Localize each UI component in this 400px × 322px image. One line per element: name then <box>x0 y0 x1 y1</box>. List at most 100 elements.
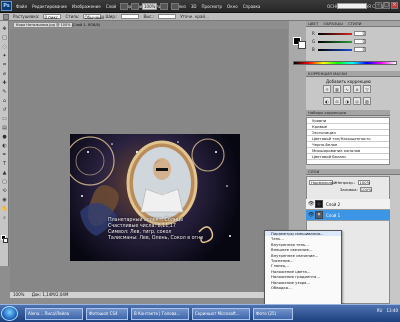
lasso-tool-icon[interactable]: ◌ <box>1 43 8 50</box>
layer-style-context-menu: Параметры смешивания... Тень... Внутренн… <box>264 230 342 309</box>
background-color[interactable] <box>3 238 8 243</box>
minimize-button[interactable]: – <box>375 2 382 9</box>
green-value[interactable]: 0 <box>354 39 366 44</box>
blur-tool-icon[interactable]: ● <box>1 133 8 140</box>
photo-filter-icon[interactable]: ◎ <box>353 97 361 105</box>
menu-help[interactable]: Справка <box>243 4 261 9</box>
menu-image[interactable]: Изображение <box>72 4 101 9</box>
preset-color-balance[interactable]: Цветовой баланс <box>307 154 389 160</box>
eyedropper-icon[interactable]: ⌀ <box>1 70 8 77</box>
toolbox: ✥ □ ◌ ✦ ⌗ ⌀ ✚ ✎ ⌂ ↺ ▭ ▤ ● ◐ ✒ T ▲ ▢ ⟲ ◉ … <box>0 21 9 266</box>
language-indicator[interactable]: RU <box>377 308 383 313</box>
dodge-tool-icon[interactable]: ◐ <box>1 142 8 149</box>
path-selection-icon[interactable]: ▲ <box>1 169 8 176</box>
menu-edit[interactable]: Редактирование <box>32 4 67 9</box>
style-label: Стиль: <box>65 14 80 19</box>
blue-slider[interactable] <box>318 48 352 51</box>
menu-file[interactable]: Файл <box>16 4 27 9</box>
hue-icon[interactable]: ◐ <box>323 97 331 105</box>
crop-tool-icon[interactable]: ⌗ <box>1 61 8 68</box>
status-zoom: 100% <box>13 292 25 297</box>
move-tool-icon[interactable]: ✥ <box>1 25 8 32</box>
opacity-label: Непрозр.: <box>336 180 356 185</box>
layer-name[interactable]: Слой 2 <box>326 202 340 207</box>
eye-icon[interactable]: 👁 <box>308 201 314 207</box>
eye-icon[interactable]: 👁 <box>308 212 314 218</box>
curves-icon[interactable]: ∿ <box>343 85 351 93</box>
color-panel-background[interactable] <box>298 41 306 49</box>
color-spectrum[interactable] <box>293 61 397 65</box>
blend-mode-select[interactable]: Нормальный <box>309 180 336 185</box>
3d-rotate-icon[interactable]: ⟲ <box>1 187 8 194</box>
canvas-text-line-3: Символ: Лев, тигр, сокол <box>108 230 172 235</box>
levels-icon[interactable]: ▥ <box>333 85 341 93</box>
document-tab[interactable]: Кира Натальинка.jpg @ 100% (Слой 1, RGB/… <box>13 22 100 28</box>
maximize-button[interactable]: □ <box>383 2 390 9</box>
clock: 13:40 <box>386 308 398 313</box>
zoom-tool-icon[interactable]: ⌕ <box>1 214 8 221</box>
refine-edge-button[interactable]: Уточн. край... <box>180 14 209 19</box>
menu-stroke[interactable]: Обводка... <box>265 285 341 290</box>
menu-window[interactable]: Окно <box>227 4 238 9</box>
task-button[interactable]: В Контакте | Голова... <box>131 308 189 320</box>
exposure-icon[interactable]: ± <box>353 85 361 93</box>
app-controls: 100% <box>120 3 179 10</box>
task-button[interactable]: Фотошоп CS4 <box>86 308 128 320</box>
brush-tool-icon[interactable]: ✎ <box>1 88 8 95</box>
green-slider[interactable] <box>318 40 352 43</box>
workspace-search-field[interactable] <box>337 3 367 9</box>
layer-name[interactable]: Слой 1 <box>326 213 340 218</box>
rotate-view-icon[interactable] <box>171 3 179 10</box>
tab-color[interactable]: ЦВЕТ <box>308 21 318 26</box>
opacity-field[interactable]: 100% <box>358 180 371 185</box>
history-brush-icon[interactable]: ↺ <box>1 106 8 113</box>
magic-wand-icon[interactable]: ✦ <box>1 52 8 59</box>
zoom-tool-icon[interactable] <box>131 3 139 10</box>
grid-icon[interactable] <box>160 3 168 10</box>
brightness-icon[interactable]: ☼ <box>323 85 331 93</box>
hand-tool-icon[interactable] <box>120 3 128 10</box>
layers-header[interactable]: СЛОИ <box>306 169 400 175</box>
task-button[interactable]: Скриншот Microsoft... <box>192 308 250 320</box>
zoom-select[interactable]: 100% <box>142 3 157 10</box>
height-label: Выс.: <box>143 14 155 19</box>
pen-tool-icon[interactable]: ✒ <box>1 151 8 158</box>
height-field[interactable] <box>158 14 177 19</box>
close-button[interactable]: × <box>391 2 398 9</box>
task-button[interactable]: Фото (25) <box>253 308 293 320</box>
color-balance-icon[interactable]: ⚖ <box>333 97 341 105</box>
width-field[interactable] <box>121 14 140 19</box>
clone-stamp-icon[interactable]: ⌂ <box>1 97 8 104</box>
blue-value[interactable]: 0 <box>354 47 366 52</box>
menu-view[interactable]: Просмотр <box>202 4 223 9</box>
3d-camera-icon[interactable]: ◉ <box>1 196 8 203</box>
preset-list: Уровни Кривые Экспозиция Цветовой тон/На… <box>306 117 390 165</box>
healing-brush-icon[interactable]: ✚ <box>1 79 8 86</box>
menu-layer[interactable]: Слой <box>106 4 116 9</box>
marquee-tool-icon[interactable]: □ <box>1 34 8 41</box>
hand-tool-icon[interactable]: ✋ <box>1 205 8 212</box>
document-canvas[interactable]: Планетарный аспект: Солнце Счастливые чи… <box>70 134 240 261</box>
layer-row[interactable]: 👁 Слой 2 <box>306 199 390 210</box>
tab-styles[interactable]: СТИЛИ <box>348 21 362 26</box>
shape-tool-icon[interactable]: ▢ <box>1 178 8 185</box>
menu-3d[interactable]: 3D <box>191 4 197 9</box>
channel-mixer-icon[interactable]: ▧ <box>363 97 371 105</box>
tab-swatches[interactable]: ОБРАЗЦЫ <box>324 21 343 26</box>
style-select[interactable]: Обычный <box>83 14 104 20</box>
eraser-tool-icon[interactable]: ▭ <box>1 115 8 122</box>
red-slider[interactable] <box>318 32 352 35</box>
feather-field[interactable]: 0 пикс <box>43 14 62 20</box>
layer-row-selected[interactable]: 👁 Слой 1 <box>306 210 390 221</box>
task-button[interactable]: Alena... Лиса/Лейла <box>25 308 83 320</box>
red-value[interactable]: 0 <box>354 31 366 36</box>
type-tool-icon[interactable]: T <box>1 160 8 167</box>
options-bar: Растушевка: 0 пикс Стиль: Обычный Шир.: … <box>0 13 400 21</box>
fill-field[interactable]: 100% <box>359 187 372 192</box>
start-button[interactable] <box>1 306 18 321</box>
bw-icon[interactable]: ◑ <box>343 97 351 105</box>
vibrance-icon[interactable]: ▽ <box>363 85 371 93</box>
gradient-tool-icon[interactable]: ▤ <box>1 124 8 131</box>
adjustments-header[interactable]: КОРРЕКЦИЯ МАСКИ <box>306 71 400 77</box>
marquee-tool-icon[interactable] <box>3 13 9 20</box>
